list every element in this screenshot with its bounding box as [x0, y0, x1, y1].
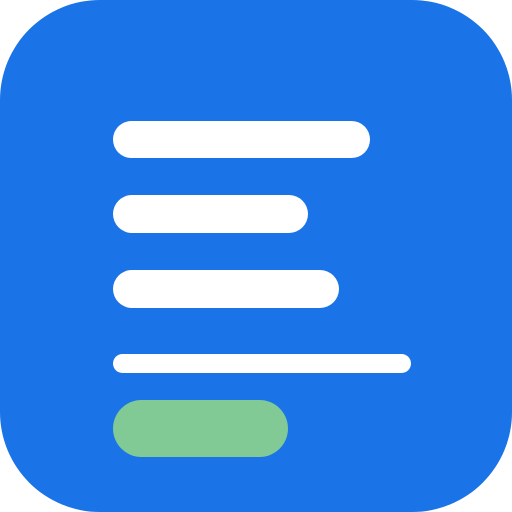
- app-icon-canvas: [0, 0, 512, 512]
- text-line-3: [113, 270, 339, 308]
- text-line-2: [113, 195, 308, 233]
- divider-line: [113, 354, 411, 373]
- accent-pill: [113, 400, 288, 457]
- text-line-1: [113, 121, 370, 158]
